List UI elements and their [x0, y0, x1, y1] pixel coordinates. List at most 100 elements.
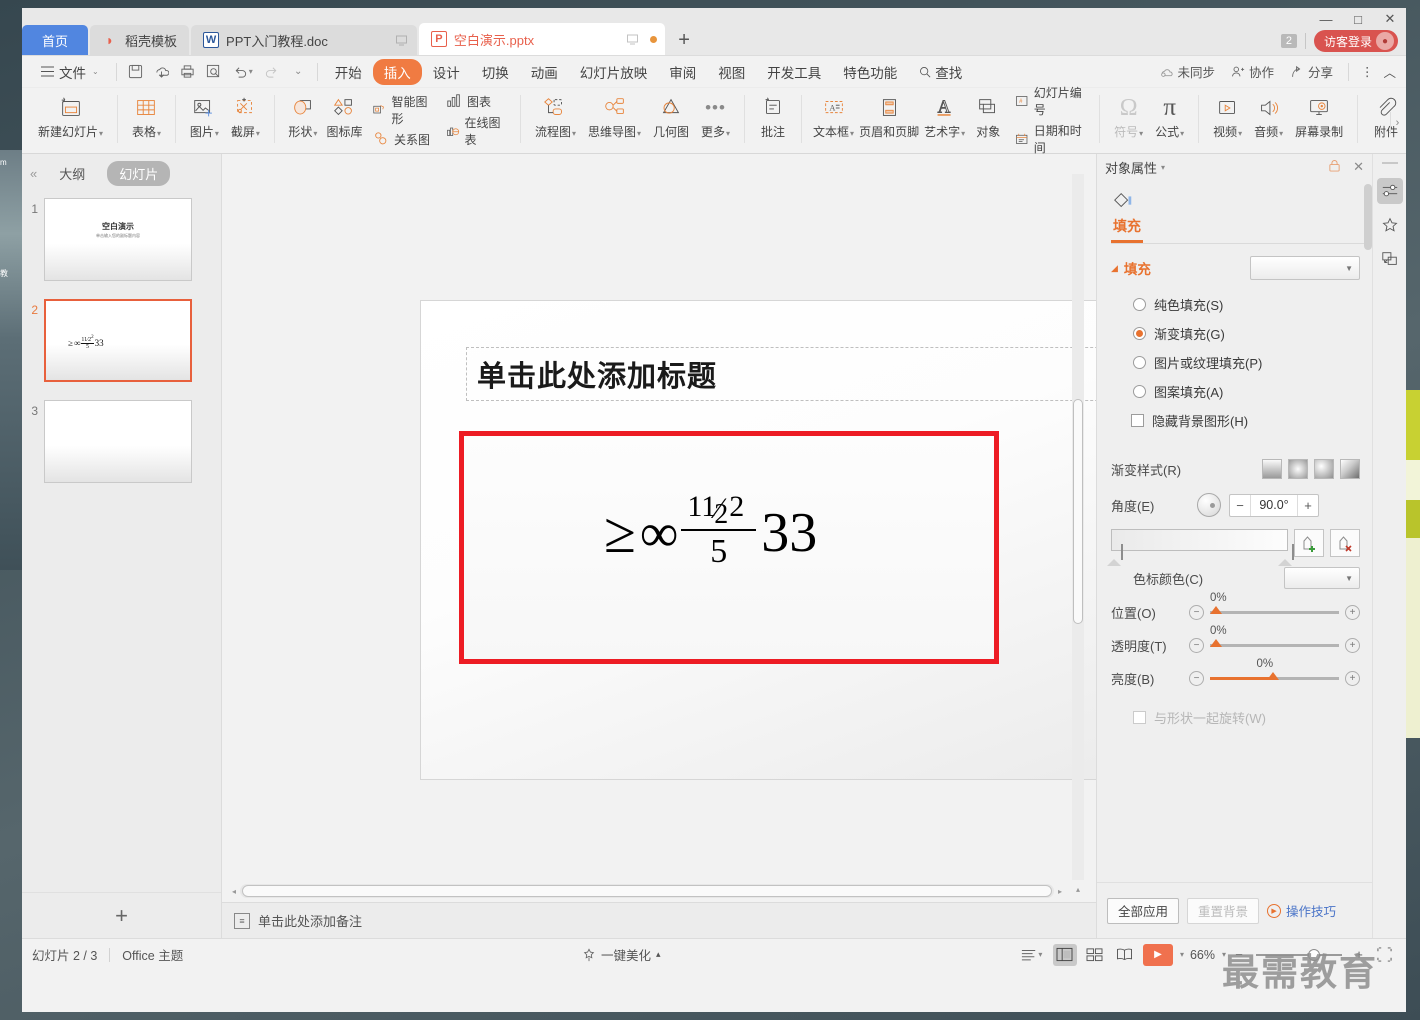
ribbon-slide-number-button[interactable]: # 幻灯片编号 [1012, 83, 1087, 119]
ribbon-flowchart-button[interactable]: 流程图▾ [529, 91, 582, 142]
tab-outline[interactable]: 大纲 [47, 161, 97, 186]
thumbnail-item[interactable]: 3 [22, 400, 221, 483]
lock-icon[interactable] [1328, 159, 1341, 175]
maximize-button[interactable]: □ [1342, 8, 1374, 30]
sync-status-button[interactable]: 未同步 [1152, 59, 1222, 84]
add-gradient-stop-button[interactable] [1294, 529, 1324, 557]
ribbon-audio-button[interactable]: 音频▾ [1248, 91, 1289, 142]
ribbon-table-button[interactable]: 表格▾ [126, 91, 167, 142]
ribbon-comment-button[interactable]: 批注 [753, 91, 793, 142]
transparency-slider-track[interactable]: 0% [1210, 625, 1339, 647]
menu-tab-transition[interactable]: 切换 [471, 59, 520, 85]
view-outline-button[interactable]: ▾ [1017, 944, 1047, 966]
gradient-style-radial[interactable] [1288, 459, 1308, 479]
radio-picture-texture-fill[interactable]: 图片或纹理填充(P) [1111, 348, 1360, 377]
menu-tab-view[interactable]: 视图 [707, 59, 756, 85]
fill-preset-dropdown[interactable]: ▼ [1250, 256, 1360, 280]
gradient-style-linear[interactable] [1262, 459, 1282, 479]
checkbox[interactable] [1131, 414, 1144, 427]
add-slide-button[interactable]: + [22, 892, 221, 938]
tab-slides[interactable]: 幻灯片 [107, 160, 171, 186]
radio-button[interactable] [1133, 356, 1146, 369]
ribbon-date-time-button[interactable]: 日期和时间 [1012, 121, 1087, 157]
menu-tab-design[interactable]: 设计 [422, 59, 471, 85]
angle-stepper[interactable]: − 90.0° + [1229, 493, 1319, 517]
ribbon-new-slide-button[interactable]: 新建幻灯片▾ [32, 91, 109, 142]
vertical-scrollbar[interactable] [1072, 174, 1084, 880]
scroll-right-icon[interactable]: ▸ [1054, 887, 1066, 896]
rail-grip-icon[interactable] [1381, 162, 1398, 164]
radio-pattern-fill[interactable]: 图案填充(A) [1111, 377, 1360, 406]
ribbon-textbox-button[interactable]: A 文本框▾ [810, 91, 857, 142]
radio-button-selected[interactable] [1133, 327, 1146, 340]
customize-quick-access-icon[interactable]: ⌄ [285, 60, 311, 84]
angle-value[interactable]: 90.0° [1250, 494, 1298, 516]
transparency-decrease-button[interactable]: − [1189, 638, 1204, 653]
rail-properties-button[interactable] [1376, 178, 1403, 204]
radio-solid-fill[interactable]: 纯色填充(S) [1111, 290, 1360, 319]
gradient-stop-end[interactable] [1278, 544, 1294, 566]
tab-ppt-tutorial-doc[interactable]: W PPT入门教程.doc [191, 25, 417, 55]
brightness-slider-thumb[interactable] [1266, 672, 1279, 680]
panel-tab-fill[interactable]: 填充 [1111, 212, 1143, 243]
menu-tab-start[interactable]: 开始 [324, 59, 373, 85]
panel-scrollbar[interactable] [1364, 184, 1372, 304]
formula-content-box[interactable]: ≥ ∞ 11 ⁄ 2 2 5 33 [459, 431, 999, 664]
position-increase-button[interactable]: + [1345, 605, 1360, 620]
ribbon-header-footer-button[interactable]: 页眉和页脚 [857, 91, 921, 142]
position-slider-track[interactable]: 0% [1210, 592, 1339, 614]
ribbon-screen-record-button[interactable]: 屏幕录制 [1289, 91, 1349, 142]
angle-knob[interactable] [1197, 493, 1221, 517]
menu-tab-developer[interactable]: 开发工具 [756, 59, 832, 85]
ribbon-symbol-button[interactable]: Ω 符号▾ [1108, 91, 1149, 142]
tab-blank-presentation-pptx[interactable]: P 空白演示.pptx [418, 23, 666, 55]
rail-effects-button[interactable] [1377, 212, 1403, 238]
ribbon-icon-library-button[interactable]: 图标库 [323, 91, 366, 142]
brightness-increase-button[interactable]: + [1345, 671, 1360, 686]
transparency-slider-thumb[interactable] [1210, 639, 1222, 647]
ribbon-chart-button[interactable]: 图表 [443, 92, 508, 111]
thumbnail-preview[interactable] [44, 400, 192, 483]
more-options-icon[interactable]: ⋮ [1357, 61, 1378, 82]
print-preview-icon[interactable] [201, 60, 227, 84]
slide-count-label[interactable]: 幻灯片 2 / 3 [32, 945, 97, 964]
thumbnail-item[interactable]: 1 空白演示 单击输入您的副标题内容 [22, 198, 221, 281]
tab-home[interactable]: 首页 [22, 25, 89, 55]
panel-scroll-thumb[interactable] [1364, 184, 1372, 250]
gradient-stop-start[interactable] [1107, 544, 1123, 566]
radio-gradient-fill[interactable]: 渐变填充(G) [1111, 319, 1360, 348]
ribbon-formula-button[interactable]: π 公式▾ [1149, 91, 1190, 142]
thumbnail-item[interactable]: 2 ≥ ∞ 11⁄22 5 33 [22, 299, 221, 382]
position-decrease-button[interactable]: − [1189, 605, 1204, 620]
apply-all-button[interactable]: 全部应用 [1107, 897, 1180, 924]
print-icon[interactable] [175, 60, 201, 84]
checkbox[interactable] [1133, 711, 1146, 724]
share-button[interactable]: 分享 [1283, 59, 1340, 84]
collapse-ribbon-icon[interactable]: ︿ [1379, 59, 1400, 84]
ribbon-online-chart-button[interactable]: 在线图表 [443, 113, 508, 149]
theme-label[interactable]: Office 主题 [122, 945, 183, 964]
ribbon-relation-chart-button[interactable]: 关系图 [370, 130, 435, 149]
cloud-sync-icon[interactable] [149, 60, 175, 84]
transparency-increase-button[interactable]: + [1345, 638, 1360, 653]
minimize-button[interactable]: — [1310, 8, 1342, 30]
reset-background-button[interactable]: 重置背景 [1187, 897, 1260, 924]
angle-decrease-button[interactable]: − [1230, 498, 1250, 513]
tab-screen-icon[interactable] [395, 33, 409, 47]
scroll-up-icon[interactable]: ▴ [1072, 882, 1084, 896]
fill-section-header[interactable]: ◢ 填充 ▼ [1111, 256, 1360, 280]
slideshow-options-icon[interactable]: ▾ [1180, 950, 1184, 959]
notes-pane[interactable]: ≡ 单击此处添加备注 [222, 902, 1096, 938]
view-normal-button[interactable] [1052, 943, 1077, 966]
ribbon-shapes-button[interactable]: 形状▾ [283, 91, 323, 142]
vertical-scroll-thumb[interactable] [1073, 399, 1083, 624]
close-button[interactable]: ✕ [1374, 8, 1406, 30]
ribbon-smartart-button[interactable]: 智能图形 [370, 92, 435, 128]
position-slider-thumb[interactable] [1210, 606, 1222, 614]
ribbon-picture-button[interactable]: 图片▾ [184, 91, 225, 142]
brightness-slider-track[interactable]: 0% [1210, 658, 1339, 680]
horizontal-scrollbar[interactable] [240, 884, 1054, 898]
tab-docer-template[interactable]: ◗ 稻壳模板 [90, 25, 190, 55]
ribbon-object-button[interactable]: 对象 [968, 91, 1008, 142]
gradient-bar[interactable] [1107, 529, 1294, 566]
